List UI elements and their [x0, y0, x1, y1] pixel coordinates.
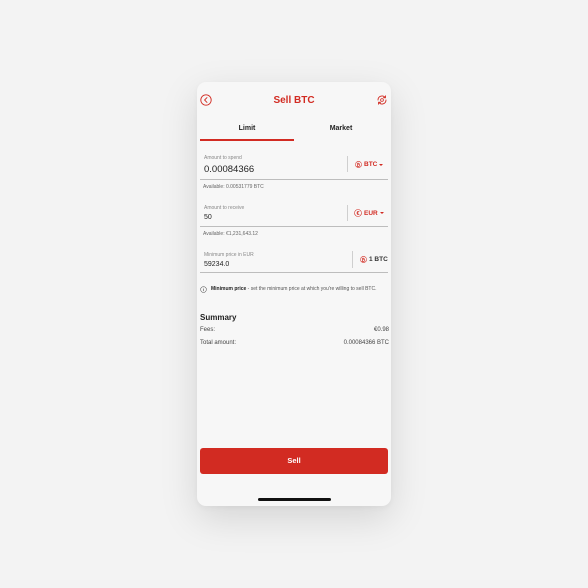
available-eur: Available: €1,231,643.12	[203, 231, 258, 237]
info-text: Minimum price - set the minimum price at…	[211, 286, 381, 293]
summary-title: Summary	[200, 313, 237, 322]
minimum-price-input[interactable]: 59234.0	[204, 261, 229, 268]
order-type-tabs: Limit Market	[200, 118, 388, 141]
bitcoin-icon: ₿	[355, 161, 362, 168]
tab-limit[interactable]: Limit	[200, 125, 294, 132]
euro-icon: €	[354, 209, 362, 217]
amount-to-receive-label: Amount to receive	[204, 205, 245, 211]
fees-label: Fees:	[200, 327, 216, 333]
bitcoin-icon: ₿	[360, 256, 367, 263]
minimum-price-unit: ₿ 1 BTC	[360, 256, 388, 263]
info-bold: Minimum price	[211, 286, 247, 292]
svg-text:₿: ₿	[362, 256, 366, 263]
amount-to-receive-field[interactable]: Amount to receive 50 € EUR	[200, 202, 388, 227]
svg-text:€: €	[356, 211, 359, 217]
home-indicator	[258, 498, 331, 501]
minimum-price-field[interactable]: Minimum price in EUR 59234.0 ₿ 1 BTC	[200, 249, 388, 273]
active-tab-indicator	[200, 139, 294, 141]
minimum-price-label: Minimum price in EUR	[204, 252, 254, 258]
fees-value: €0.98	[373, 327, 389, 333]
amount-to-spend-label: Amount to spend	[204, 155, 242, 161]
phone-screen: Sell BTC Limit Market Amount to spend 0.…	[197, 82, 391, 506]
page-title: Sell BTC	[273, 95, 315, 106]
chevron-down-icon	[379, 163, 384, 166]
info-description: - set the minimum price at which you're …	[246, 286, 377, 292]
field-divider	[352, 251, 353, 268]
sell-button[interactable]: Sell	[200, 448, 388, 474]
amount-to-spend-field[interactable]: Amount to spend 0.00084366 ₿ BTC	[200, 152, 388, 180]
total-amount-value: 0.00084366 BTC	[343, 340, 389, 346]
svg-text:₿: ₿	[357, 161, 361, 168]
field-divider	[347, 156, 348, 172]
amount-to-receive-input[interactable]: 50	[204, 214, 212, 221]
info-icon	[200, 286, 207, 293]
spend-currency-label: BTC	[364, 161, 378, 168]
available-btc: Available: 0.00531779 BTC	[203, 184, 264, 190]
minimum-price-unit-label: 1 BTC	[369, 256, 388, 263]
field-divider	[347, 205, 348, 221]
header: Sell BTC	[197, 82, 391, 118]
tab-market[interactable]: Market	[294, 125, 388, 132]
amount-to-spend-input[interactable]: 0.00084366	[204, 164, 254, 175]
receive-currency-select[interactable]: € EUR	[354, 209, 384, 217]
spend-currency-select[interactable]: ₿ BTC	[355, 161, 384, 168]
total-amount-label: Total amount:	[200, 340, 237, 346]
receive-currency-label: EUR	[364, 209, 378, 217]
refresh-icon[interactable]	[376, 94, 388, 106]
chevron-down-icon	[379, 212, 384, 214]
